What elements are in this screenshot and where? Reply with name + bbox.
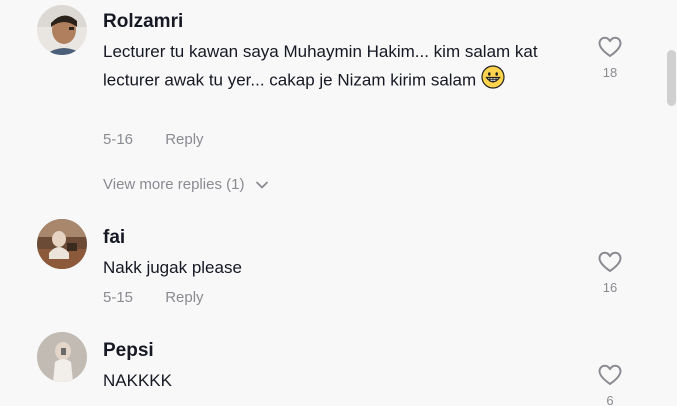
comments-panel: Rolzamri Lecturer tu kawan saya Muhaymin… xyxy=(0,0,677,406)
comment-body: Pepsi NAKKKK xyxy=(103,339,573,394)
heart-icon xyxy=(598,364,622,385)
comment-username[interactable]: fai xyxy=(103,226,573,250)
view-more-replies-label: View more replies (1) xyxy=(103,176,245,193)
comment-meta: 5-16 Reply xyxy=(103,131,204,148)
like-count: 18 xyxy=(602,65,618,80)
reply-button[interactable]: Reply xyxy=(165,131,203,148)
heart-icon xyxy=(598,251,622,272)
chevron-down-icon xyxy=(255,181,268,189)
comment-text: Nakk jugak please xyxy=(103,258,242,277)
like-count: 16 xyxy=(602,280,618,295)
comment-username[interactable]: Pepsi xyxy=(103,339,573,363)
avatar[interactable] xyxy=(37,5,87,55)
avatar[interactable] xyxy=(37,332,87,382)
heart-icon xyxy=(598,36,622,57)
like-button[interactable]: 16 xyxy=(592,251,628,295)
comment-username[interactable]: Rolzamri xyxy=(103,10,573,34)
comment-body: Rolzamri Lecturer tu kawan saya Muhaymin… xyxy=(103,10,573,148)
comment-text-content: Lecturer tu kawan saya Muhaymin Hakim...… xyxy=(103,42,538,90)
avatar[interactable] xyxy=(37,219,87,269)
reply-button[interactable]: Reply xyxy=(165,289,203,306)
like-button[interactable]: 18 xyxy=(592,36,628,80)
comment-date: 5-15 xyxy=(103,289,134,306)
grinning-face-icon xyxy=(481,65,505,97)
scrollbar-thumb[interactable] xyxy=(667,50,676,106)
view-more-replies-button[interactable]: View more replies (1) xyxy=(103,176,269,193)
like-button[interactable]: 6 xyxy=(592,364,628,406)
comment-text: NAKKKK xyxy=(103,371,172,390)
comment-text: Lecturer tu kawan saya Muhaymin Hakim...… xyxy=(103,38,573,97)
comment-body: fai Nakk jugak please 5-15 Reply xyxy=(103,226,573,306)
comment-date: 5-16 xyxy=(103,131,134,148)
comment-meta: 5-15 Reply xyxy=(103,289,204,306)
like-count: 6 xyxy=(606,393,614,406)
